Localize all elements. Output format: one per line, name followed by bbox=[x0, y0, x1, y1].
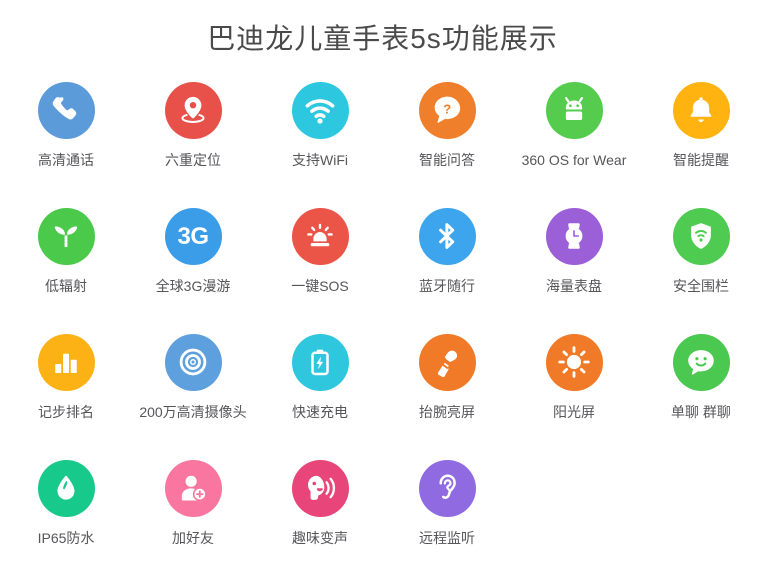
voice-change-icon bbox=[291, 459, 349, 517]
grid-spacer bbox=[638, 460, 765, 586]
feature-label: 单聊 群聊 bbox=[671, 403, 731, 420]
feature-item[interactable]: 远程监听 bbox=[384, 459, 511, 586]
sun-icon bbox=[545, 333, 603, 391]
page-title: 巴迪龙儿童手表5s功能展示 bbox=[207, 23, 558, 54]
feature-item[interactable]: 快速充电 bbox=[257, 333, 384, 460]
feature-item[interactable]: 蓝牙随行 bbox=[384, 207, 511, 334]
bell-icon bbox=[672, 81, 730, 139]
feature-item[interactable]: 智能提醒 bbox=[638, 81, 765, 208]
add-person-icon bbox=[164, 459, 222, 517]
feature-showcase-page: 巴迪龙儿童手表5s功能展示 高清通话 六重定位 支持WiFi ? 智能问答 36… bbox=[0, 0, 765, 587]
feature-label: 支持WiFi bbox=[292, 151, 348, 168]
feature-label: 阳光屏 bbox=[553, 403, 595, 420]
feature-item[interactable]: ? 智能问答 bbox=[384, 81, 511, 208]
feature-label: 六重定位 bbox=[165, 151, 221, 168]
feature-label: 加好友 bbox=[172, 529, 214, 546]
watch-icon bbox=[545, 207, 603, 265]
question-bubble-icon: ? bbox=[418, 81, 476, 139]
raise-wrist-icon bbox=[418, 333, 476, 391]
feature-label: 海量表盘 bbox=[546, 277, 602, 294]
bluetooth-icon bbox=[418, 207, 476, 265]
feature-label: 抬腕亮屏 bbox=[419, 403, 475, 420]
ear-listen-icon bbox=[418, 459, 476, 517]
sprout-icon bbox=[37, 207, 95, 265]
feature-item[interactable]: 海量表盘 bbox=[511, 207, 638, 334]
feature-label: 一键SOS bbox=[291, 277, 349, 294]
phone-icon bbox=[37, 81, 95, 139]
feature-item[interactable]: 单聊 群聊 bbox=[638, 333, 765, 460]
camera-lens-icon bbox=[164, 333, 222, 391]
feature-item[interactable]: 高清通话 bbox=[3, 81, 130, 208]
bar-chart-icon bbox=[37, 333, 95, 391]
siren-alarm-icon bbox=[291, 207, 349, 265]
feature-label: 安全围栏 bbox=[673, 277, 729, 294]
feature-item[interactable]: 六重定位 bbox=[130, 81, 257, 208]
feature-item[interactable]: 一键SOS bbox=[257, 207, 384, 334]
feature-item[interactable]: 加好友 bbox=[130, 459, 257, 586]
feature-label: 蓝牙随行 bbox=[419, 277, 475, 294]
shield-wifi-icon bbox=[672, 207, 730, 265]
feature-item[interactable]: 趣味变声 bbox=[257, 459, 384, 586]
android-icon bbox=[545, 81, 603, 139]
feature-label: IP65防水 bbox=[37, 529, 95, 546]
feature-grid: 高清通话 六重定位 支持WiFi ? 智能问答 360 OS for Wear … bbox=[0, 81, 765, 586]
feature-label: 记步排名 bbox=[38, 403, 94, 420]
feature-label: 高清通话 bbox=[38, 151, 94, 168]
feature-item[interactable]: 支持WiFi bbox=[257, 81, 384, 208]
feature-item[interactable]: IP65防水 bbox=[3, 459, 130, 586]
location-pin-icon bbox=[164, 81, 222, 139]
3g-glyph: 3G bbox=[177, 223, 208, 250]
feature-label: 200万高清摄像头 bbox=[139, 403, 247, 420]
feature-item[interactable]: 安全围栏 bbox=[638, 207, 765, 334]
feature-label: 快速充电 bbox=[292, 403, 348, 420]
3g-text-icon: 3G bbox=[164, 207, 222, 265]
feature-label: 远程监听 bbox=[419, 529, 475, 546]
feature-label: 智能提醒 bbox=[673, 151, 729, 168]
feature-item[interactable]: 200万高清摄像头 bbox=[130, 333, 257, 460]
feature-label: 智能问答 bbox=[419, 151, 475, 168]
water-drop-icon bbox=[37, 459, 95, 517]
smiley-chat-icon bbox=[672, 333, 730, 391]
svg-text:?: ? bbox=[443, 101, 451, 116]
feature-item[interactable]: 低辐射 bbox=[3, 207, 130, 334]
grid-spacer bbox=[511, 460, 638, 586]
feature-item[interactable]: 抬腕亮屏 bbox=[384, 333, 511, 460]
feature-label: 趣味变声 bbox=[292, 529, 348, 546]
feature-item[interactable]: 记步排名 bbox=[3, 333, 130, 460]
feature-label: 360 OS for Wear bbox=[521, 151, 627, 168]
feature-item[interactable]: 360 OS for Wear bbox=[511, 81, 638, 208]
feature-label: 全球3G漫游 bbox=[155, 277, 231, 294]
feature-item[interactable]: 阳光屏 bbox=[511, 333, 638, 460]
feature-item[interactable]: 3G 全球3G漫游 bbox=[130, 207, 257, 334]
wifi-icon bbox=[291, 81, 349, 139]
battery-bolt-icon bbox=[291, 333, 349, 391]
feature-label: 低辐射 bbox=[45, 277, 87, 294]
